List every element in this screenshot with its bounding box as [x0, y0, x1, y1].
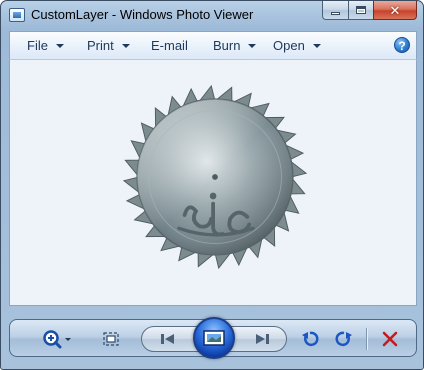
menu-file-label: File: [27, 38, 48, 53]
rotate-left-icon: [302, 331, 319, 347]
help-icon: ?: [398, 39, 406, 53]
window-title: CustomLayer - Windows Photo Viewer: [31, 7, 254, 22]
actual-size-button[interactable]: [100, 329, 122, 349]
bottom-toolbar: [9, 317, 417, 359]
rotate-right-icon: [335, 331, 352, 347]
chevron-down-icon: [312, 44, 321, 48]
rotate-clockwise-button[interactable]: [333, 328, 355, 350]
toolbar-separator: [366, 328, 367, 350]
menu-print[interactable]: Print: [87, 32, 130, 59]
help-button[interactable]: ?: [394, 37, 410, 53]
circular-saw-blade-image: [122, 84, 308, 270]
menu-print-label: Print: [87, 38, 114, 53]
rotate-counterclockwise-button[interactable]: [299, 328, 321, 350]
slideshow-button[interactable]: [193, 317, 235, 359]
previous-button[interactable]: [156, 330, 180, 348]
menu-email[interactable]: E-mail: [151, 32, 188, 59]
delete-button[interactable]: [379, 328, 401, 350]
photo-viewer-window: CustomLayer - Windows Photo Viewer ✕ Fil…: [0, 0, 424, 370]
minimize-button[interactable]: [322, 1, 348, 20]
menu-file[interactable]: File: [27, 32, 64, 59]
image-viewer-area[interactable]: [9, 60, 417, 306]
menu-burn-label: Burn: [213, 38, 241, 53]
next-button[interactable]: [250, 330, 274, 348]
maximize-icon: [356, 6, 366, 14]
close-button[interactable]: ✕: [373, 1, 417, 20]
menu-open[interactable]: Open: [273, 32, 321, 59]
zoom-button[interactable]: [40, 328, 74, 350]
photo-viewer-app-icon[interactable]: [9, 8, 25, 22]
chevron-down-icon: [248, 44, 257, 48]
next-icon: [256, 334, 269, 344]
title-bar[interactable]: CustomLayer - Windows Photo Viewer ✕: [1, 1, 423, 31]
delete-icon: [382, 331, 398, 347]
chevron-down-icon: [121, 44, 130, 48]
menu-bar: File Print E-mail Burn Open ?: [9, 31, 417, 60]
caption-buttons: ✕: [322, 1, 417, 20]
fit-to-window-icon: [103, 332, 119, 346]
magnifier-plus-icon: [43, 330, 71, 349]
close-icon: ✕: [389, 2, 401, 18]
previous-icon: [161, 334, 174, 344]
minimize-icon: [331, 11, 340, 15]
slideshow-icon: [203, 330, 225, 346]
maximize-button[interactable]: [348, 1, 373, 20]
chevron-down-icon: [55, 44, 64, 48]
menu-email-label: E-mail: [151, 38, 188, 53]
menu-open-label: Open: [273, 38, 305, 53]
menu-burn[interactable]: Burn: [213, 32, 257, 59]
